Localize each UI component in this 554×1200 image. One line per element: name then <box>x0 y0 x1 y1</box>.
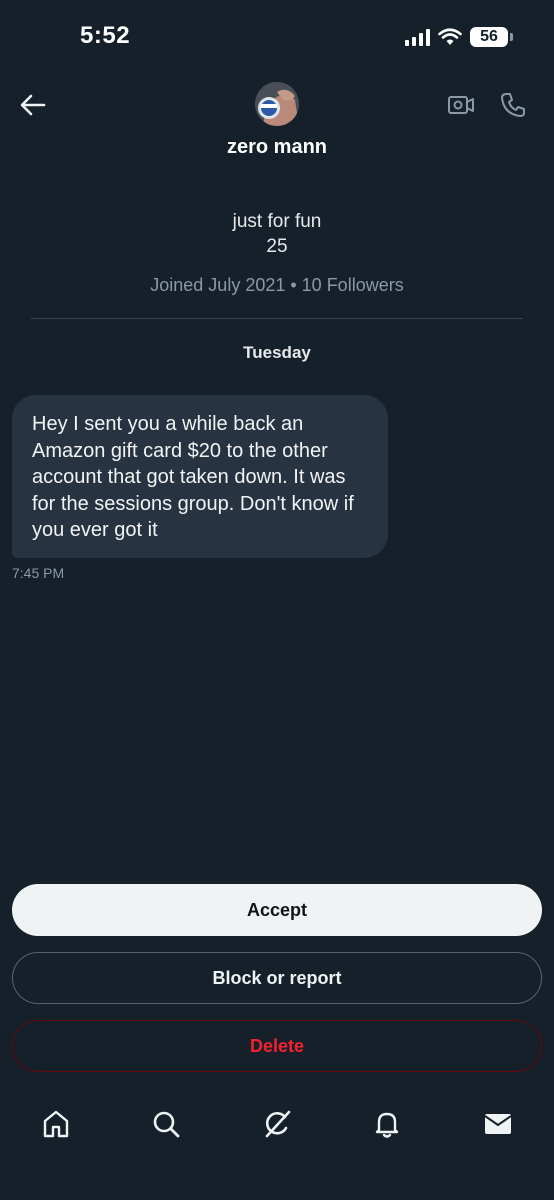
status-icons: 56 <box>405 27 513 47</box>
block-or-report-button[interactable]: Block or report <box>12 952 542 1004</box>
nav-notifications[interactable] <box>369 1106 405 1142</box>
battery-level: 56 <box>480 28 498 45</box>
joined-and-followers: Joined July 2021 • 10 Followers <box>150 275 404 295</box>
day-separator: Tuesday <box>243 343 311 362</box>
search-icon <box>153 1111 180 1138</box>
status-bar: 5:52 56 <box>0 0 554 74</box>
grok-icon <box>265 1110 291 1138</box>
home-icon <box>43 1110 69 1138</box>
phone-icon <box>501 93 525 117</box>
voice-call-button[interactable] <box>498 90 528 120</box>
notifications-icon <box>375 1112 399 1138</box>
dm-request-screen: 5:52 56 zero mann just for fun 25 Joined… <box>0 0 554 1200</box>
status-time: 5:52 <box>80 22 131 49</box>
nav-search[interactable] <box>148 1106 184 1142</box>
avatar-image <box>255 82 299 126</box>
back-button[interactable] <box>18 90 48 120</box>
bio-line: 25 <box>266 236 288 257</box>
bottom-navigation <box>0 1094 554 1154</box>
message-timestamp: 7:45 PM <box>12 565 65 581</box>
video-call-button[interactable] <box>446 90 476 120</box>
display-name[interactable]: zero mann <box>0 136 554 159</box>
wifi-icon <box>438 28 462 45</box>
battery-cap <box>510 33 513 41</box>
divider <box>31 318 523 319</box>
video-camera-icon <box>448 96 474 114</box>
delete-button[interactable]: Delete <box>12 1020 542 1072</box>
nav-home[interactable] <box>38 1106 74 1142</box>
accept-button[interactable]: Accept <box>12 884 542 936</box>
nav-messages[interactable] <box>480 1106 516 1142</box>
battery-icon: 56 <box>470 27 513 47</box>
cellular-signal-icon <box>405 28 430 46</box>
bio-line: just for fun <box>232 211 322 232</box>
message-bubble[interactable]: Hey I sent you a while back an Amazon gi… <box>12 395 388 558</box>
nav-grok[interactable] <box>259 1106 295 1142</box>
arrow-left-icon <box>20 94 46 116</box>
messages-icon <box>484 1114 512 1134</box>
avatar[interactable] <box>255 82 299 126</box>
